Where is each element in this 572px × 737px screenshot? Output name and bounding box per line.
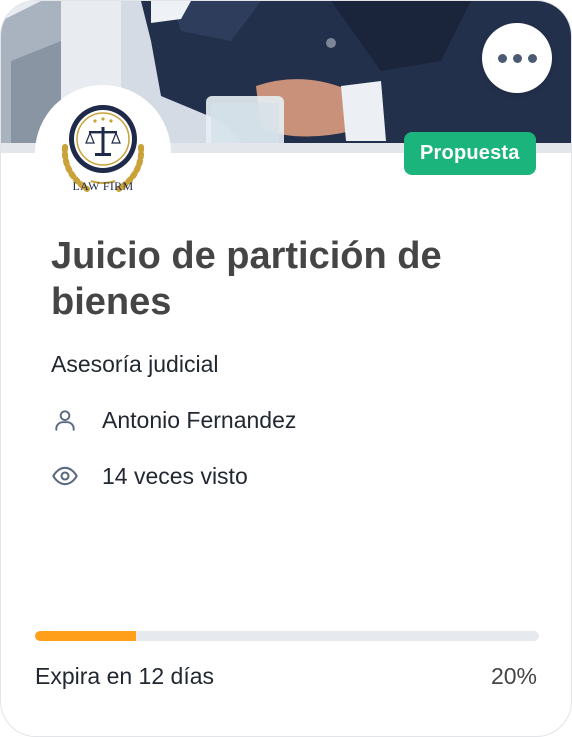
eye-icon: [51, 462, 79, 490]
case-title: Juicio de partición de bienes: [51, 235, 442, 323]
progress-fill: [35, 631, 136, 641]
law-firm-emblem: [61, 105, 145, 192]
views-row: 14 veces visto: [51, 462, 248, 490]
more-horizontal-icon: [495, 53, 540, 63]
logo-text: LAW FIRM: [72, 179, 134, 193]
user-icon: [51, 406, 79, 434]
owner-name: Antonio Fernandez: [102, 406, 297, 433]
progress-percent: 20%: [490, 663, 537, 689]
expiry-text: Expira en 12 días: [35, 663, 215, 689]
progress-bar: [35, 631, 539, 641]
owner-row: Antonio Fernandez: [51, 406, 296, 434]
views-count: 14 veces visto: [102, 462, 248, 489]
status-badge: Propuesta: [404, 132, 536, 175]
company-logo: LAW FIRM: [35, 85, 171, 221]
case-card[interactable]: Propuesta LAW FIRM Juicio de partición d…: [0, 0, 572, 737]
more-options-button[interactable]: [482, 23, 552, 93]
case-category: Asesoría judicial: [51, 351, 219, 377]
